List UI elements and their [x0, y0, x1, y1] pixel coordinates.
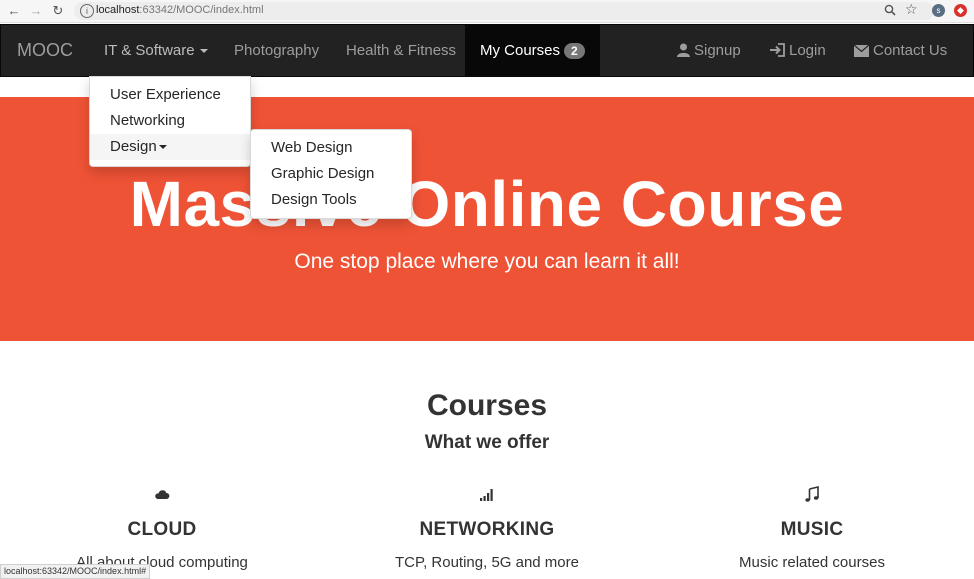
nav-photography[interactable]: Photography: [234, 42, 319, 59]
zoom-icon[interactable]: [884, 4, 896, 16]
nav-health-fitness[interactable]: Health & Fitness: [346, 42, 456, 59]
nav-my-courses[interactable]: My Courses 2: [465, 25, 600, 76]
menu-item-design[interactable]: Design: [90, 134, 250, 160]
nav-contact-us[interactable]: Contact Us: [854, 42, 947, 59]
menu-item-graphic-design[interactable]: Graphic Design: [251, 161, 411, 187]
nav-login-label: Login: [789, 42, 826, 59]
envelope-icon: [854, 45, 869, 57]
menu-item-user-experience[interactable]: User Experience: [90, 82, 250, 108]
cloud-icon: [155, 490, 170, 499]
feature-description: Music related courses: [739, 554, 885, 571]
music-icon: [805, 485, 819, 502]
brand-logo[interactable]: MOOC: [17, 40, 73, 61]
hero-title: Massive Online Course: [129, 168, 845, 240]
bookmark-star-icon[interactable]: ☆: [905, 1, 918, 18]
forward-arrow-icon[interactable]: →: [28, 3, 44, 19]
feature-description: TCP, Routing, 5G and more: [395, 554, 579, 571]
feature-title: NETWORKING: [419, 519, 555, 540]
feature-networking: NETWORKING TCP, Routing, 5G and more: [325, 485, 649, 571]
url-path: :63342/MOOC/index.html: [139, 4, 264, 16]
feature-title: MUSIC: [780, 519, 844, 540]
menu-item-design-label: Design: [110, 138, 157, 155]
menu-item-web-design[interactable]: Web Design: [251, 135, 411, 161]
menu-item-design-tools[interactable]: Design Tools: [251, 187, 411, 213]
caret-down-icon: [158, 145, 167, 150]
login-icon: [770, 43, 785, 57]
top-navbar: MOOC IT & Software Photography Health & …: [0, 24, 974, 77]
address-bar[interactable]: i localhost:63342/MOOC/index.html: [74, 2, 934, 20]
nav-it-software-label: IT & Software: [104, 42, 195, 59]
it-software-dropdown: User Experience Networking Design: [89, 76, 251, 167]
user-icon: [677, 43, 690, 57]
signal-icon: [480, 489, 493, 501]
menu-item-networking[interactable]: Networking: [90, 108, 250, 134]
reload-icon[interactable]: ↻: [50, 3, 66, 19]
courses-count-badge: 2: [564, 43, 585, 60]
feature-music: MUSIC Music related courses: [650, 485, 974, 571]
extension-red-icon[interactable]: ◆: [954, 4, 967, 17]
nav-signup[interactable]: Signup: [677, 42, 741, 59]
nav-my-courses-label: My Courses: [480, 42, 561, 59]
back-arrow-icon[interactable]: ←: [6, 3, 22, 19]
nav-contact-label: Contact Us: [873, 42, 948, 59]
nav-login[interactable]: Login: [770, 42, 826, 59]
extension-avatar-icon[interactable]: s: [932, 4, 945, 17]
feature-cloud: CLOUD All about cloud computing: [0, 485, 324, 571]
hero-subtitle: One stop place where you can learn it al…: [294, 250, 680, 273]
url-text: localhost:63342/MOOC/index.html: [96, 4, 264, 16]
nav-signup-label: Signup: [694, 42, 741, 59]
url-host: localhost: [96, 4, 140, 16]
nav-it-software[interactable]: IT & Software: [104, 42, 208, 59]
feature-title: CLOUD: [127, 519, 197, 540]
design-submenu: Web Design Graphic Design Design Tools: [250, 129, 412, 219]
browser-toolbar: ← → ↻ i localhost:63342/MOOC/index.html …: [0, 0, 974, 23]
info-icon[interactable]: i: [80, 4, 94, 18]
courses-subheading: What we offer: [424, 432, 550, 453]
caret-down-icon: [199, 49, 208, 54]
courses-heading: Courses: [426, 389, 548, 422]
